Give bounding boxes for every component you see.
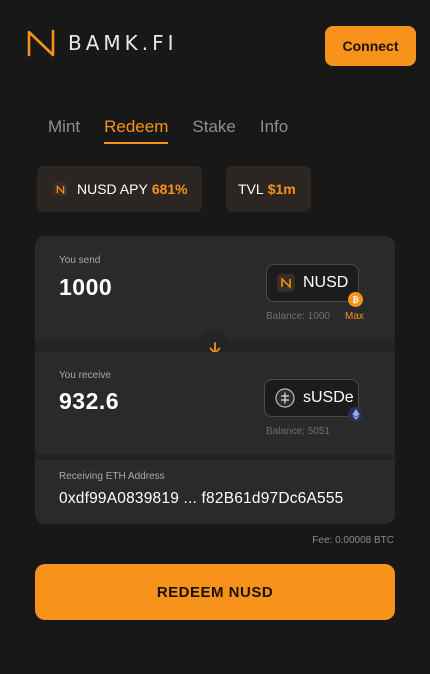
nusd-icon xyxy=(277,274,295,292)
swap-card: You send 1000 NUSD ₿ Balance: 1000 Max Y… xyxy=(35,236,395,524)
fee-text: Fee: 0.00008 BTC xyxy=(312,535,394,546)
receive-label: You receive xyxy=(59,370,111,381)
send-amount-input[interactable]: 1000 xyxy=(59,274,112,301)
logo: BAMK.FI xyxy=(26,28,178,58)
bamk-logo-icon xyxy=(27,29,55,57)
apy-label: NUSD APY xyxy=(77,181,148,197)
receive-section: You receive 932.6 sUSDe Balance: 5051 xyxy=(35,352,395,454)
receive-balance: Balance: 5051 xyxy=(266,426,330,437)
max-button[interactable]: Max xyxy=(345,311,364,322)
tvl-value: $1m xyxy=(267,181,296,197)
receive-token-label: sUSDe xyxy=(303,389,354,406)
send-balance: Balance: 1000 xyxy=(266,311,330,322)
send-token-select[interactable]: NUSD xyxy=(266,264,359,302)
app-page: BAMK.FI Connect Mint Redeem Stake Info N… xyxy=(0,0,430,674)
svg-text:₿: ₿ xyxy=(352,295,359,304)
tvl-label: TVL xyxy=(238,181,264,197)
address-section: Receiving ETH Address 0xdf99A0839819 ...… xyxy=(35,460,395,524)
tab-redeem[interactable]: Redeem xyxy=(104,117,169,144)
receive-token-select[interactable]: sUSDe xyxy=(264,379,359,417)
send-label: You send xyxy=(59,255,101,266)
tvl-stat: TVL $1m xyxy=(226,166,311,212)
bitcoin-icon: ₿ xyxy=(348,292,363,307)
nusd-icon xyxy=(53,182,67,196)
tab-mint[interactable]: Mint xyxy=(48,117,80,144)
redeem-button[interactable]: REDEEM NUSD xyxy=(35,564,395,620)
apy-value: 681% xyxy=(151,181,188,197)
send-section: You send 1000 NUSD ₿ Balance: 1000 Max xyxy=(35,236,395,339)
send-token-label: NUSD xyxy=(303,274,349,291)
logo-text: BAMK.FI xyxy=(68,31,178,55)
ethereum-icon xyxy=(348,407,363,422)
connect-button[interactable]: Connect xyxy=(325,26,416,66)
tab-info[interactable]: Info xyxy=(260,117,288,144)
receive-amount: 932.6 xyxy=(59,388,120,414)
tab-stake[interactable]: Stake xyxy=(192,117,235,144)
apy-stat: NUSD APY 681% xyxy=(37,166,202,212)
tab-bar: Mint Redeem Stake Info xyxy=(48,117,312,144)
address-label: Receiving ETH Address xyxy=(59,471,165,482)
susde-icon xyxy=(275,388,295,408)
eth-address-input[interactable]: 0xdf99A0839819 ... f82B61d97Dc6A555 xyxy=(59,490,344,508)
